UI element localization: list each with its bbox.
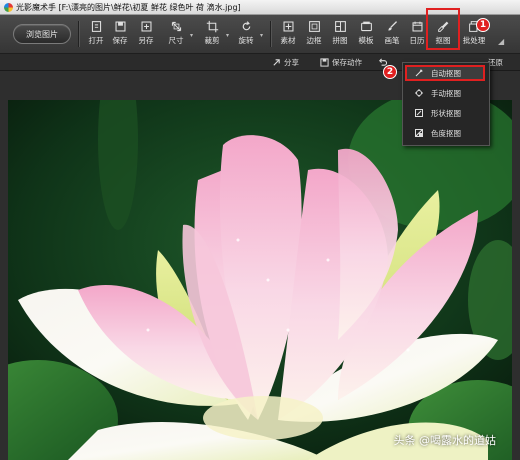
restore-label: 还原 [488,57,503,67]
browse-images-button[interactable]: 浏览图片 [13,24,71,44]
watermark-text: 头条 @喝露水的道姑 [393,434,497,447]
toolbar-separator [78,21,79,47]
menu-item-shape-cutout[interactable]: 形状抠图 [407,105,485,121]
share-icon [273,58,280,66]
brush-button[interactable]: 画笔 [378,19,406,49]
open-label: 打开 [88,36,104,45]
collage-label: 拼图 [332,36,348,45]
menu-item-label: 形状抠图 [431,108,461,118]
menu-item-manual-cutout[interactable]: 手动抠图 [407,85,485,101]
menu-item-auto-cutout[interactable]: 自动抠图 [405,65,485,81]
template-label: 模板 [358,36,374,45]
brush-icon [384,19,400,33]
rotate-dropdown-icon[interactable]: ▾ [260,32,263,39]
template-button[interactable]: 模板 [352,19,380,49]
batch-label: 批处理 [462,36,486,45]
window-title: 光影魔术手 [F:\漂亮的图片\鲜花\初夏 鲜花 绿色叶 荷 滴水.jpg] [16,2,241,12]
material-icon [280,19,296,33]
border-icon [306,19,322,33]
save-icon [112,19,128,33]
resize-dropdown-icon[interactable]: ▾ [190,32,193,39]
cutout-dropdown-menu: 自动抠图 手动抠图 形状抠图 色度抠图 [402,62,490,146]
auto-cutout-icon [413,67,425,79]
collage-icon [332,19,348,33]
save-action-icon [320,57,329,67]
photo-canvas[interactable]: 头条 @喝露水的道姑 [8,100,512,460]
resize-label: 尺寸 [168,36,184,45]
border-label: 边框 [306,36,322,45]
material-label: 素材 [280,36,296,45]
share-label: 分享 [284,57,299,67]
save-as-button[interactable]: 另存 [132,19,160,49]
brush-label: 画笔 [384,36,400,45]
border-button[interactable]: 边框 [300,19,328,49]
chroma-cutout-icon [413,127,425,139]
rotate-label: 旋转 [238,36,254,45]
app-logo-icon [4,2,13,12]
step-badge-2: 2 [383,65,397,79]
menu-item-chroma-cutout[interactable]: 色度抠图 [407,125,485,141]
step-badge-1: 1 [476,18,490,32]
more-tools-icon[interactable]: ◢ [498,37,504,46]
restore-button[interactable]: 还原 [488,56,503,68]
save-label: 保存 [112,36,128,45]
crop-icon [204,19,220,33]
crop-label: 裁剪 [204,36,220,45]
open-icon [88,19,104,33]
shape-cutout-icon [413,107,425,119]
menu-item-label: 手动抠图 [431,88,461,98]
rotate-button[interactable]: 旋转 [232,19,260,49]
save-action-button[interactable]: 保存动作 [320,56,362,68]
save-as-icon [138,19,154,33]
menu-item-label: 自动抠图 [431,68,461,78]
toolbar-separator [270,21,271,47]
collage-button[interactable]: 拼图 [326,19,354,49]
rotate-icon [238,19,254,33]
resize-icon [168,19,184,33]
save-action-label: 保存动作 [332,57,362,67]
material-button[interactable]: 素材 [274,19,302,49]
crop-button[interactable]: 裁剪 [198,19,226,49]
manual-cutout-icon [413,87,425,99]
cutout-highlight-box [426,8,460,50]
share-button[interactable]: 分享 [272,56,299,68]
calendar-label: 日历 [409,36,425,45]
menu-item-label: 色度抠图 [431,128,461,138]
template-icon [358,19,374,33]
resize-button[interactable]: 尺寸 [162,19,190,49]
crop-dropdown-icon[interactable]: ▾ [226,32,229,39]
lotus-photo [8,100,512,460]
save-as-label: 另存 [138,36,154,45]
save-button[interactable]: 保存 [106,19,134,49]
calendar-icon [409,19,425,33]
